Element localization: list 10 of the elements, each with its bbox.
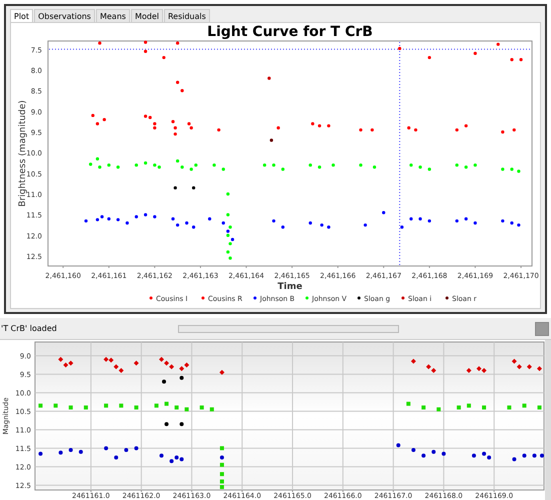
status-message: 'T CrB' loaded xyxy=(1,324,58,333)
tab[interactable]: Means xyxy=(96,9,130,22)
tab[interactable]: Plot xyxy=(10,9,34,22)
stop-button[interactable] xyxy=(535,322,549,336)
x-axis-title: Time xyxy=(278,282,302,292)
y-axis-title: Brightness (magnitude) xyxy=(18,100,28,207)
tab[interactable]: Residuals xyxy=(164,9,210,22)
tab[interactable]: Observations xyxy=(34,9,95,22)
tab[interactable]: Model xyxy=(130,9,163,22)
chart-title: Light Curve for T CrB xyxy=(207,24,373,40)
